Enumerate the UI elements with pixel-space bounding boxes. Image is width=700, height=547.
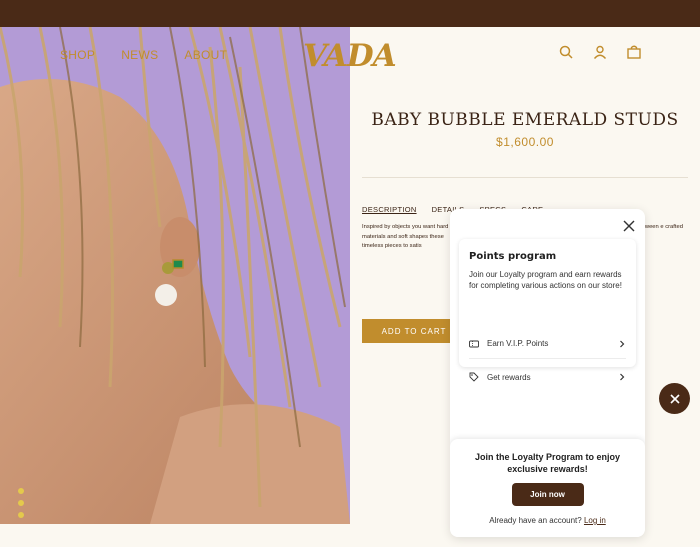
image-pagination [18, 488, 24, 518]
header-icons [558, 44, 642, 60]
search-icon[interactable] [558, 44, 574, 60]
chevron-right-icon [620, 373, 625, 381]
account-icon[interactable] [592, 44, 608, 60]
description-left: Inspired by objects you want hard materi… [362, 224, 449, 249]
tab-description[interactable]: DESCRIPTION [362, 205, 417, 214]
join-now-button[interactable]: Join now [511, 483, 584, 506]
get-rewards-row[interactable]: Get rewards [469, 365, 626, 389]
main-nav: SHOP NEWS ABOUT [60, 48, 227, 62]
account-text: Already have an account? [489, 516, 582, 525]
chevron-right-icon [620, 340, 625, 347]
pagination-dot[interactable] [18, 512, 24, 518]
product-price: $1,600.00 [496, 135, 554, 149]
close-icon [669, 393, 680, 404]
nav-about[interactable]: ABOUT [184, 48, 227, 62]
nav-shop[interactable]: SHOP [60, 48, 95, 62]
points-program-card: Points program Join our Loyalty program … [459, 239, 636, 382]
card-text: Join our Loyalty program and earn reward… [469, 270, 622, 290]
pagination-dot[interactable] [18, 500, 24, 506]
product-image [0, 27, 350, 524]
get-rewards-label: Get rewards [487, 372, 531, 382]
tag-icon [469, 372, 479, 382]
earn-points-label: Earn V.I.P. Points [487, 339, 549, 348]
top-bar [0, 0, 700, 27]
close-icon[interactable] [623, 219, 635, 232]
bag-icon[interactable] [626, 44, 642, 60]
product-title: BABY BUBBLE EMERALD STUDS [371, 110, 679, 130]
earn-points-row[interactable]: Earn V.I.P. Points [469, 335, 626, 359]
login-link[interactable]: Log in [584, 516, 606, 525]
brand-logo[interactable]: VADA [303, 38, 397, 74]
coupon-icon [469, 340, 479, 347]
nav-news[interactable]: NEWS [121, 48, 158, 62]
pagination-dot[interactable] [18, 488, 24, 494]
loyalty-panel: Points program Join our Loyalty program … [450, 209, 645, 537]
card-title: Points program [469, 251, 557, 262]
divider [362, 177, 688, 178]
account-prompt: Already have an account? Log in [450, 516, 645, 525]
below-image-area [0, 524, 350, 547]
loyalty-close-button[interactable] [659, 383, 690, 414]
loyalty-footer: Join the Loyalty Program to enjoy exclus… [450, 439, 645, 537]
footer-title: Join the Loyalty Program to enjoy exclus… [474, 452, 621, 474]
